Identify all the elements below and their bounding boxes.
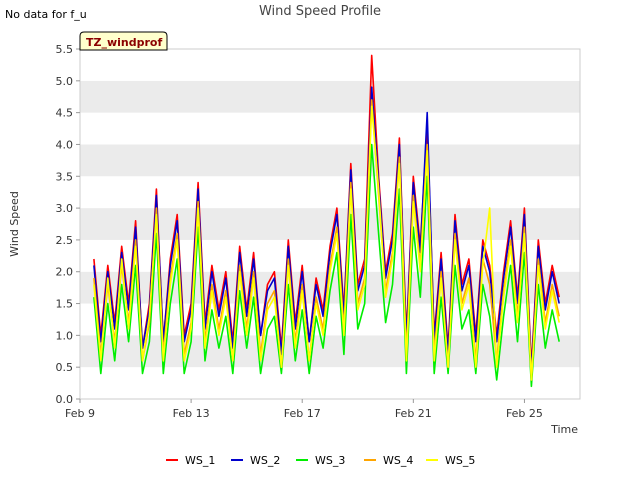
- y-tick-label: 2.5: [56, 234, 74, 247]
- grid-band: [80, 367, 580, 399]
- legend-label-ws_3: WS_3: [315, 454, 345, 467]
- legend-label-ws_1: WS_1: [185, 454, 215, 467]
- legend-label-ws_5: WS_5: [445, 454, 475, 467]
- y-tick-label: 5.0: [56, 75, 74, 88]
- grid-band: [80, 335, 580, 368]
- y-tick-label: 1.5: [56, 298, 74, 311]
- x-tick-label: Feb 17: [284, 407, 321, 420]
- x-axis-ticks: Feb 9 Feb 13 Feb 17 Feb 21 Feb 25: [65, 399, 543, 420]
- y-tick-label: 0.0: [56, 393, 74, 406]
- x-tick-label: Feb 13: [173, 407, 210, 420]
- grid-band: [80, 112, 580, 145]
- legend-label-ws_4: WS_4: [383, 454, 413, 467]
- legend: WS_1 WS_2 WS_3 WS_4 WS_5: [166, 454, 475, 467]
- y-tick-label: 2.0: [56, 266, 74, 279]
- y-tick-label: 4.0: [56, 138, 74, 151]
- wind-speed-chart: No data for f_u Wind Speed Profile 0.00.…: [5, 4, 581, 467]
- x-tick-label: Feb 21: [395, 407, 432, 420]
- chart-title: Wind Speed Profile: [259, 4, 381, 19]
- badge-label: TZ_windprof: [86, 36, 162, 49]
- x-axis-label: Time: [550, 423, 578, 436]
- x-tick-label: Feb 9: [65, 407, 95, 420]
- y-tick-label: 1.0: [56, 329, 74, 342]
- y-tick-label: 0.5: [56, 361, 74, 374]
- y-axis-label: Wind Speed: [8, 191, 21, 257]
- no-data-note: No data for f_u: [5, 8, 87, 21]
- y-tick-label: 4.5: [56, 107, 74, 120]
- station-badge: TZ_windprof: [79, 31, 168, 51]
- y-tick-label: 3.5: [56, 170, 74, 183]
- y-axis-ticks: 0.0 0.5 1.0 1.5 2.0 2.5 3.0 3.5 4.0 4.5 5.0 5.5: [56, 43, 80, 406]
- grid-band: [80, 49, 580, 81]
- legend-label-ws_2: WS_2: [250, 454, 280, 467]
- x-tick-label: Feb 25: [506, 407, 543, 420]
- grid-band: [80, 80, 580, 113]
- y-tick-label: 3.0: [56, 202, 74, 215]
- grid-band: [80, 144, 580, 177]
- y-tick-label: 5.5: [56, 43, 74, 56]
